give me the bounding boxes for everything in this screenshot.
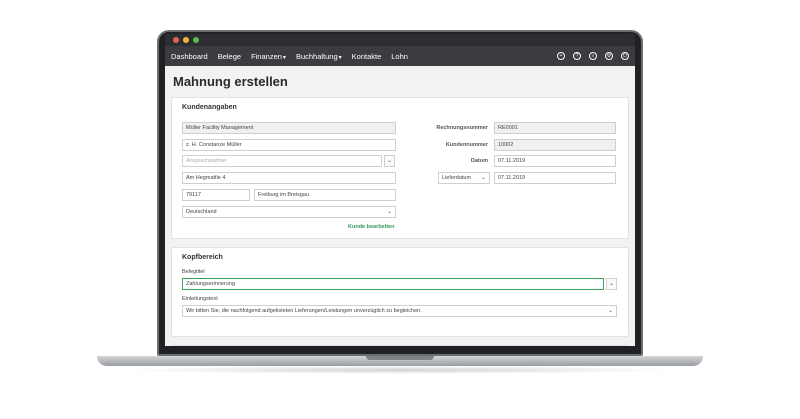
customer-number-label: Kundennummer [445, 142, 488, 148]
customer-section-title: Kundenangaben [182, 104, 237, 111]
chevron-down-icon: ▾ [338, 54, 342, 61]
country-select[interactable]: Deutschland ⌄ [182, 206, 396, 218]
invoice-number-field[interactable]: RE0001 [494, 122, 616, 134]
app-screen: Dashboard Belege Finanzen▾ Buchhaltung▾ … [165, 34, 635, 346]
intro-text-value: Wir bitten Sie, die nachfolgend aufgelis… [186, 308, 422, 314]
invoice-number-label: Rechnungsnummer [436, 125, 488, 131]
header-card: Kopfbereich Belegtitel Zahlungserinnerun… [171, 247, 629, 337]
plus-icon[interactable]: + [557, 52, 565, 60]
laptop-notch [366, 356, 434, 360]
window-titlebar [165, 34, 635, 46]
intro-text-label: Einleitungstext [182, 296, 218, 302]
customer-number-field[interactable]: 10002 [494, 139, 616, 151]
header-section-title: Kopfbereich [182, 254, 223, 261]
date-field[interactable]: 07.11.2019 [494, 155, 616, 167]
chevron-down-icon: ⌄ [480, 175, 486, 181]
settings-icon[interactable]: ⚙ [605, 52, 613, 60]
power-icon[interactable]: ⏻ [621, 52, 629, 60]
intro-text-select[interactable]: Wir bitten Sie, die nachfolgend aufgelis… [182, 305, 617, 317]
chevron-down-icon[interactable]: ⌄ [606, 278, 617, 290]
nav-finanzen[interactable]: Finanzen▾ [251, 52, 286, 61]
nav-kontakte[interactable]: Kontakte [352, 52, 382, 61]
next-card [171, 345, 629, 346]
nav-lohn[interactable]: Lohn [391, 52, 408, 61]
chevron-down-icon[interactable]: ⌄ [384, 155, 395, 167]
close-window-icon[interactable] [173, 37, 179, 43]
doc-title-label: Belegtitel [182, 269, 205, 275]
main-navbar: Dashboard Belege Finanzen▾ Buchhaltung▾ … [165, 46, 635, 66]
page-title: Mahnung erstellen [173, 74, 288, 89]
doc-title-row: Zahlungserinnerung ⌄ [182, 278, 618, 290]
chevron-down-icon: ▾ [282, 54, 286, 61]
help-icon[interactable]: ? [573, 52, 581, 60]
company-field[interactable]: Müller Facility Management [182, 122, 396, 134]
doc-title-field[interactable]: Zahlungserinnerung [182, 278, 604, 290]
delivery-date-field[interactable]: 07.11.2019 [494, 172, 616, 184]
chevron-down-icon: ⌄ [607, 308, 613, 314]
country-value: Deutschland [186, 209, 217, 215]
delivery-date-type-select[interactable]: Lieferdatum ⌄ [438, 172, 490, 184]
laptop-shadow [120, 366, 680, 374]
nav-belege[interactable]: Belege [218, 52, 241, 61]
nav-buchhaltung[interactable]: Buchhaltung▾ [296, 52, 342, 61]
edit-customer-link[interactable]: Kunde bearbeiten [348, 224, 394, 230]
nav-icon-group: + ? ⌕ ⚙ ⏻ [557, 52, 629, 60]
nav-finanzen-label: Finanzen [251, 51, 282, 61]
main-content: Mahnung erstellen Kundenangaben Müller F… [165, 74, 635, 346]
contact-line-field[interactable]: z. H. Constanze Müller [182, 139, 396, 151]
date-label: Datum [470, 158, 488, 164]
customer-card: Kundenangaben Müller Facility Management… [171, 97, 629, 239]
delivery-date-type-value: Lieferdatum [442, 175, 472, 181]
maximize-window-icon[interactable] [193, 37, 199, 43]
street-field[interactable]: Am Hegmattle 4 [182, 172, 396, 184]
city-field[interactable]: Freiburg im Breisgau [254, 189, 396, 201]
zip-field[interactable]: 79117 [182, 189, 250, 201]
minimize-window-icon[interactable] [183, 37, 189, 43]
nav-dashboard[interactable]: Dashboard [171, 52, 208, 61]
contact-person-select[interactable]: Ansprechpartner [182, 155, 382, 167]
nav-buchhaltung-label: Buchhaltung [295, 51, 338, 61]
chevron-down-icon: ⌄ [386, 209, 392, 215]
search-icon[interactable]: ⌕ [589, 52, 597, 60]
